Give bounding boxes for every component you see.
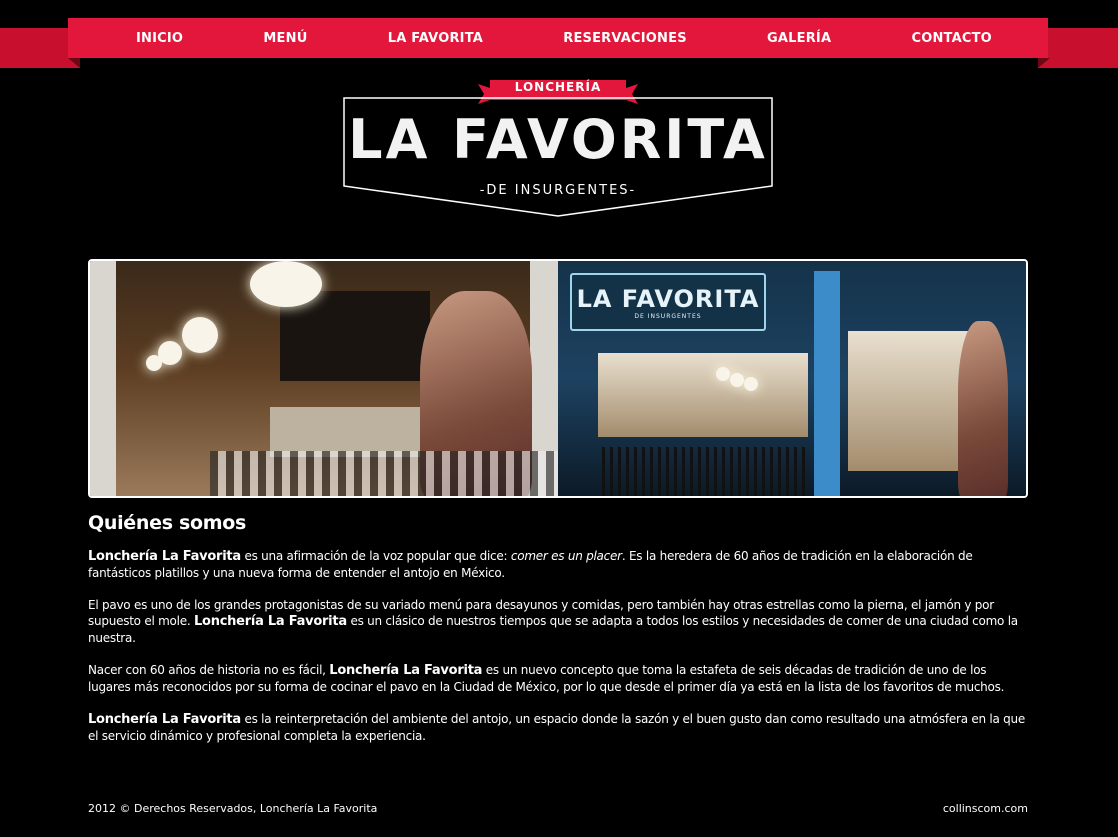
logo-top-text: LONCHERÍA bbox=[514, 80, 602, 94]
about-paragraph-1: Lonchería La Favorita es una afirmación … bbox=[88, 549, 973, 580]
site-logo[interactable]: LONCHERÍA LA FAVORITA -DE INSURGENTES- bbox=[340, 78, 776, 220]
nav-item-contacto[interactable]: CONTACTO bbox=[911, 31, 991, 46]
nav-item-la-favorita[interactable]: LA FAVORITA bbox=[388, 31, 483, 46]
hero-interior-photo bbox=[90, 261, 570, 496]
logo-main-text: LA FAVORITA bbox=[348, 108, 768, 171]
nav-item-inicio[interactable]: INICIO bbox=[136, 31, 183, 46]
hero-exterior-photo: LA FAVORITA DE INSURGENTES bbox=[558, 261, 1026, 496]
main-nav: INICIO MENÚ LA FAVORITA RESERVACIONES GA… bbox=[68, 18, 1048, 58]
about-section: Quiénes somos Lonchería La Favorita es u… bbox=[88, 512, 1028, 760]
nav-item-reservaciones[interactable]: RESERVACIONES bbox=[563, 31, 687, 46]
nav-item-galeria[interactable]: GALERÍA bbox=[767, 31, 831, 46]
footer-credit-link[interactable]: collinscom.com bbox=[943, 802, 1028, 815]
ribbon-right-tail bbox=[1038, 28, 1118, 68]
logo-sub-text: -DE INSURGENTES- bbox=[479, 183, 637, 198]
about-paragraph-3: Nacer con 60 años de historia no es fáci… bbox=[88, 663, 1005, 694]
about-paragraph-4: Lonchería La Favorita es la reinterpreta… bbox=[88, 712, 1026, 743]
ribbon-right-fold bbox=[1038, 58, 1050, 68]
hero-image: LA FAVORITA DE INSURGENTES bbox=[88, 259, 1028, 498]
section-title: Quiénes somos bbox=[88, 512, 247, 534]
nav-item-menu[interactable]: MENÚ bbox=[263, 31, 307, 46]
ribbon-left-fold bbox=[68, 58, 80, 68]
footer: 2012 © Derechos Reservados, Lonchería La… bbox=[88, 802, 1028, 815]
about-paragraph-2: El pavo es uno de los grandes protagonis… bbox=[88, 598, 1018, 645]
hero-storefront-sign: LA FAVORITA DE INSURGENTES bbox=[570, 273, 766, 331]
footer-copyright: 2012 © Derechos Reservados, Lonchería La… bbox=[88, 802, 378, 815]
